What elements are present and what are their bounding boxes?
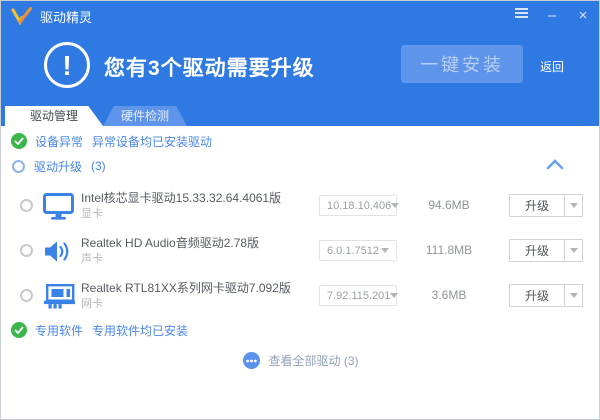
- device-status-row: 设备异常 异常设备均已安装驱动: [11, 132, 212, 150]
- version-dropdown[interactable]: 6.0.1.7512: [319, 240, 397, 261]
- one-click-install-button[interactable]: 一键安装: [401, 45, 523, 83]
- check-icon: [11, 322, 27, 338]
- upgrade-button[interactable]: 升级: [509, 284, 565, 307]
- driver-info: Realtek HD Audio音频驱动2.78版 声卡: [81, 235, 259, 267]
- chevron-down-icon: [390, 293, 398, 298]
- driver-row-intel-gpu: Intel核芯显卡驱动15.33.32.64.4061版 显卡 10.18.10…: [1, 184, 600, 229]
- driver-name: Intel核芯显卡驱动15.33.32.64.4061版: [81, 190, 281, 207]
- version-value: 10.18.10.406: [327, 200, 391, 212]
- driver-row-realtek-nic: Realtek RTL81XX系列网卡驱动7.092版 网卡 7.92.115.…: [1, 274, 600, 319]
- version-value: 7.92.115.201: [327, 290, 390, 302]
- upgrade-button[interactable]: 升级: [509, 194, 565, 217]
- driver-upgrade-count: (3): [91, 159, 106, 173]
- driver-size: 111.8MB: [409, 243, 489, 257]
- upgrade-options-button[interactable]: [565, 194, 583, 217]
- ellipsis-icon: [243, 352, 260, 369]
- driver-name: Realtek HD Audio音频驱动2.78版: [81, 235, 259, 252]
- special-software-label: 专用软件: [35, 322, 83, 339]
- driver-info: Realtek RTL81XX系列网卡驱动7.092版 网卡: [81, 280, 291, 312]
- device-status-label: 设备异常: [35, 133, 83, 150]
- upgrade-split-button: 升级: [509, 194, 583, 217]
- driver-upgrade-row: 驱动升级 (3): [11, 157, 106, 175]
- window-controls: – ×: [513, 1, 591, 31]
- tab-driver-management[interactable]: 驱动管理: [5, 106, 103, 126]
- view-all-drivers-link[interactable]: 查看全部驱动 (3): [1, 352, 600, 369]
- check-icon: [11, 133, 27, 149]
- app-window: 驱动精灵 – × ! 您有3个驱动需要升级 一键安装 返回 驱动管理 硬件检测 …: [0, 0, 600, 420]
- tabbar: 驱动管理 硬件检测: [1, 106, 600, 126]
- upgrade-options-button[interactable]: [565, 239, 583, 262]
- upgrade-options-button[interactable]: [565, 284, 583, 307]
- header: 驱动精灵 – × ! 您有3个驱动需要升级 一键安装 返回 驱动管理 硬件检测: [1, 1, 600, 126]
- driver-upgrade-label: 驱动升级: [34, 158, 82, 175]
- driver-info: Intel核芯显卡驱动15.33.32.64.4061版 显卡: [81, 190, 281, 222]
- chevron-down-icon: [381, 248, 389, 253]
- driver-size: 3.6MB: [409, 288, 489, 302]
- driver-row-realtek-audio: Realtek HD Audio音频驱动2.78版 声卡 6.0.1.7512 …: [1, 229, 600, 274]
- special-software-detail: 专用软件均已安装: [92, 322, 188, 339]
- alert-icon: !: [44, 42, 90, 88]
- version-value: 6.0.1.7512: [327, 245, 379, 257]
- app-logo-icon: [11, 7, 33, 25]
- menu-icon[interactable]: [513, 1, 529, 31]
- menu-bars: [515, 6, 528, 20]
- monitor-icon: [43, 193, 74, 225]
- driver-category: 网卡: [81, 297, 291, 312]
- chevron-down-icon: [570, 203, 578, 208]
- chevron-down-icon: [391, 203, 399, 208]
- driver-category: 声卡: [81, 252, 259, 267]
- chevron-up-icon[interactable]: [546, 157, 566, 171]
- back-link[interactable]: 返回: [540, 58, 564, 75]
- upgrade-button[interactable]: 升级: [509, 239, 565, 262]
- circle-icon: [12, 160, 25, 173]
- version-dropdown[interactable]: 10.18.10.406: [319, 195, 397, 216]
- speaker-icon: [43, 238, 71, 270]
- driver-select-radio[interactable]: [20, 289, 33, 302]
- chevron-down-icon: [570, 293, 578, 298]
- driver-select-radio[interactable]: [20, 244, 33, 257]
- network-card-icon: [43, 283, 75, 315]
- upgrade-split-button: 升级: [509, 239, 583, 262]
- tab-hardware-detection[interactable]: 硬件检测: [103, 106, 187, 126]
- special-software-row: 专用软件 专用软件均已安装: [11, 321, 188, 339]
- close-icon[interactable]: ×: [575, 1, 591, 31]
- driver-size: 94.6MB: [409, 198, 489, 212]
- driver-name: Realtek RTL81XX系列网卡驱动7.092版: [81, 280, 291, 297]
- chevron-down-icon: [570, 248, 578, 253]
- titlebar: 驱动精灵 – ×: [1, 1, 600, 31]
- app-title: 驱动精灵: [40, 7, 92, 26]
- upgrade-split-button: 升级: [509, 284, 583, 307]
- driver-select-radio[interactable]: [20, 199, 33, 212]
- device-status-detail: 异常设备均已安装驱动: [92, 133, 212, 150]
- banner-message: 您有3个驱动需要升级: [104, 52, 315, 82]
- driver-category: 显卡: [81, 207, 281, 222]
- view-all-label: 查看全部驱动 (3): [268, 352, 358, 369]
- version-dropdown[interactable]: 7.92.115.201: [319, 285, 397, 306]
- minimize-icon[interactable]: –: [544, 1, 560, 31]
